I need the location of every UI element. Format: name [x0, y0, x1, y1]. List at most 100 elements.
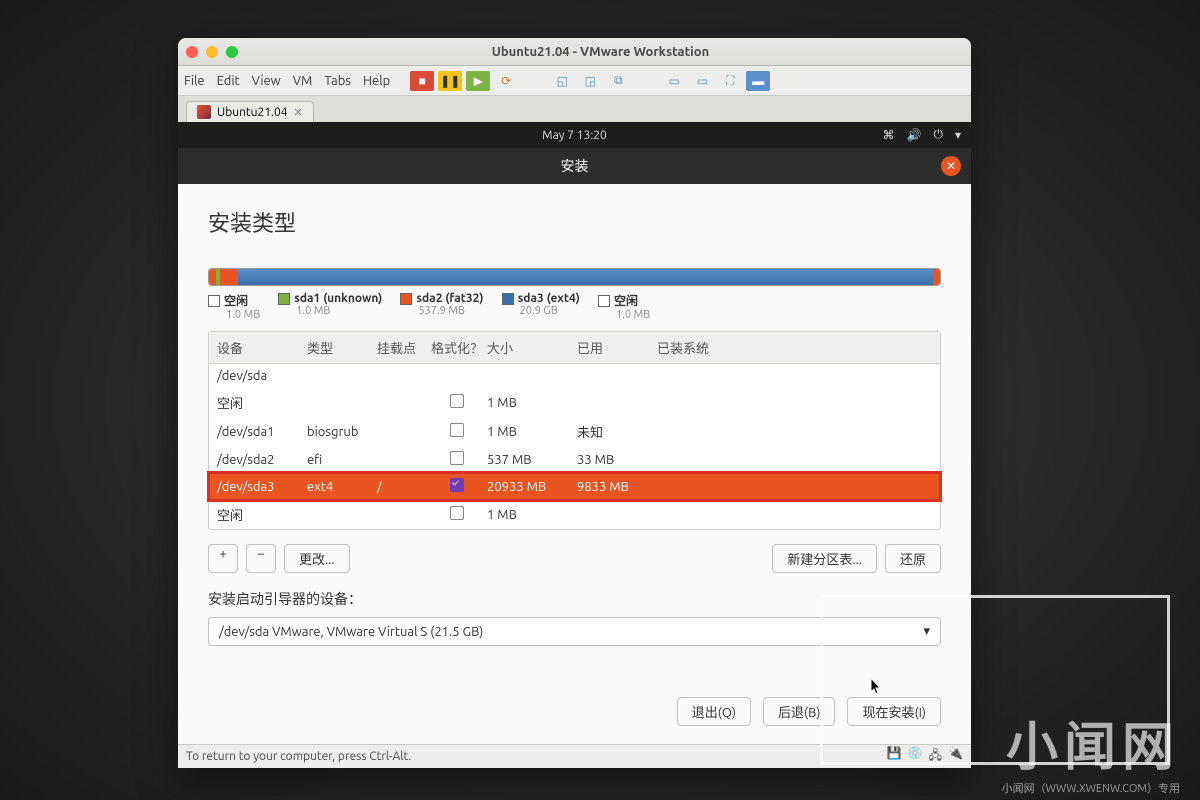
watermark-sub: 小闻网（WWW.XWENW.COM）专用	[1002, 780, 1180, 796]
close-icon[interactable]: ✕	[941, 156, 961, 176]
revert-button[interactable]: 还原	[885, 544, 941, 573]
hdr-mount: 挂载点	[377, 338, 427, 357]
format-checkbox[interactable]	[450, 423, 464, 437]
snapshot-icon[interactable]: ◱	[550, 71, 574, 91]
volume-icon: 🔊	[907, 128, 922, 142]
table-row[interactable]: /dev/sda3ext4/20933 MB9833 MB	[209, 473, 940, 500]
vm-tab[interactable]: Ubuntu21.04 ✕	[186, 101, 314, 122]
network-icon: ⌘	[883, 128, 895, 142]
bootloader-section: 安装启动引导器的设备： /dev/sda VMware, VMware Virt…	[208, 589, 941, 646]
installer-body: 安装类型 空闲1.0 MB sda1 (unknown)1.0 MB sda2 (f…	[178, 184, 971, 744]
maximize-window-icon[interactable]	[226, 46, 238, 58]
table-controls: + − 更改... 新建分区表... 还原	[208, 544, 941, 573]
legend-item[interactable]: sda2 (fat32)537.9 MB	[400, 292, 483, 321]
install-button[interactable]: 现在安装(I)	[847, 697, 941, 726]
hdr-type: 类型	[307, 338, 377, 357]
format-checkbox[interactable]	[450, 478, 464, 492]
hdd-icon[interactable]: 💾	[887, 746, 902, 767]
ubuntu-icon	[197, 105, 211, 119]
legend-item[interactable]: 空闲1.0 MB	[598, 292, 650, 321]
tab-close-icon[interactable]: ✕	[294, 106, 303, 119]
expand-icon[interactable]: ⛶	[718, 71, 742, 91]
new-table-button[interactable]: 新建分区表...	[772, 544, 877, 573]
change-button[interactable]: 更改...	[284, 544, 350, 573]
add-button[interactable]: +	[208, 544, 238, 573]
table-row[interactable]: /dev/sda	[209, 364, 940, 388]
power-icon: ⏻	[933, 128, 943, 142]
installer-titlebar: 安装 ✕	[178, 148, 971, 184]
snapshot-revert-icon[interactable]: ⧉	[606, 71, 630, 91]
vmware-window: Ubuntu21.04 - VMware Workstation File Ed…	[178, 38, 971, 768]
network-adapter-icon[interactable]: 🖧	[929, 746, 942, 767]
usb-icon[interactable]: 🔌	[948, 746, 963, 767]
format-checkbox[interactable]	[450, 451, 464, 465]
menu-view[interactable]: View	[252, 74, 281, 88]
menu-help[interactable]: Help	[363, 74, 390, 88]
toolbar: ■ ❚❚ ▶ ⟳ ◱ ◲ ⧉ ▭ ▭ ⛶ ▬	[410, 71, 770, 91]
gnome-topbar: May 7 13:20 ⌘ 🔊 ⏻ ▾	[178, 122, 971, 148]
format-checkbox[interactable]	[450, 506, 464, 520]
tabbar: Ubuntu21.04 ✕	[178, 96, 971, 122]
unity-icon[interactable]: ▭	[690, 71, 714, 91]
hdr-size: 大小	[487, 338, 577, 357]
snapshot-manage-icon[interactable]: ◲	[578, 71, 602, 91]
spacer	[522, 71, 546, 91]
partition-table: 设备 类型 挂载点 格式化？ 大小 已用 已装系统 /dev/sda空闲1 MB…	[208, 331, 941, 530]
segment-sda3	[238, 269, 932, 285]
cd-icon[interactable]: 💿	[908, 746, 923, 767]
menu-file[interactable]: File	[184, 74, 205, 88]
menu-tabs[interactable]: Tabs	[324, 74, 351, 88]
section-title: 安装类型	[208, 206, 941, 238]
segment-free-1	[209, 269, 216, 285]
bootloader-select[interactable]: /dev/sda VMware, VMware Virtual S (21.5 …	[208, 617, 941, 646]
menu-edit[interactable]: Edit	[217, 74, 240, 88]
installer-title: 安装	[561, 156, 589, 176]
chevron-down-icon: ▾	[955, 128, 961, 142]
segment-free-2	[933, 269, 940, 285]
quit-button[interactable]: 退出(Q)	[677, 697, 751, 726]
disk-bar[interactable]	[208, 268, 941, 286]
bootloader-label: 安装启动引导器的设备：	[208, 589, 941, 609]
fullscreen-icon[interactable]: ▭	[662, 71, 686, 91]
table-header: 设备 类型 挂载点 格式化？ 大小 已用 已装系统	[209, 332, 940, 364]
refresh-icon[interactable]: ⟳	[494, 71, 518, 91]
bootloader-value: /dev/sda VMware, VMware Virtual S (21.5 …	[219, 625, 483, 639]
close-window-icon[interactable]	[186, 46, 198, 58]
segment-sda2	[220, 269, 238, 285]
spacer	[634, 71, 658, 91]
tab-label: Ubuntu21.04	[217, 106, 288, 119]
chevron-down-icon: ▾	[923, 624, 930, 639]
minimize-window-icon[interactable]	[206, 46, 218, 58]
device-status-icons: 💾 💿 🖧 🔌	[887, 746, 963, 767]
watermark-text: 小闻网	[1006, 705, 1180, 780]
remove-button[interactable]: −	[246, 544, 276, 573]
legend: 空闲1.0 MB sda1 (unknown)1.0 MB sda2 (fat32)…	[208, 292, 941, 321]
menu-vm[interactable]: VM	[293, 74, 313, 88]
thumbnail-icon[interactable]: ▬	[746, 71, 770, 91]
legend-item[interactable]: 空闲1.0 MB	[208, 292, 260, 321]
hdr-device: 设备	[217, 338, 307, 357]
play-icon[interactable]: ▶	[466, 71, 490, 91]
back-button[interactable]: 后退(B)	[763, 697, 835, 726]
titlebar: Ubuntu21.04 - VMware Workstation	[178, 38, 971, 66]
table-row[interactable]: /dev/sda1biosgrub1 MB未知	[209, 417, 940, 446]
statusbar-text: To return to your computer, press Ctrl-A…	[186, 750, 411, 763]
menubar: File Edit View VM Tabs Help ■ ❚❚ ▶ ⟳ ◱ ◲…	[178, 66, 971, 96]
window-title: Ubuntu21.04 - VMware Workstation	[238, 45, 963, 59]
hdr-format: 格式化？	[427, 338, 487, 357]
vm-screen: May 7 13:20 ⌘ 🔊 ⏻ ▾ 安装 ✕ 安装类型 空闲1.0 MBsd…	[178, 122, 971, 744]
format-checkbox[interactable]	[450, 394, 464, 408]
table-row[interactable]: 空闲1 MB	[209, 500, 940, 529]
hdr-used: 已用	[577, 338, 657, 357]
footer-buttons: 退出(Q) 后退(B) 现在安装(I)	[677, 697, 941, 726]
legend-item[interactable]: sda3 (ext4)20.9 GB	[502, 292, 580, 321]
table-row[interactable]: /dev/sda2efi537 MB33 MB	[209, 446, 940, 473]
pause-icon[interactable]: ❚❚	[438, 71, 462, 91]
gnome-system-menu[interactable]: ⌘ 🔊 ⏻ ▾	[883, 128, 961, 142]
table-row[interactable]: 空闲1 MB	[209, 388, 940, 417]
hdr-system: 已装系统	[657, 338, 932, 357]
stop-icon[interactable]: ■	[410, 71, 434, 91]
legend-item[interactable]: sda1 (unknown)1.0 MB	[278, 292, 382, 321]
statusbar: To return to your computer, press Ctrl-A…	[178, 744, 971, 768]
clock[interactable]: May 7 13:20	[542, 129, 607, 142]
